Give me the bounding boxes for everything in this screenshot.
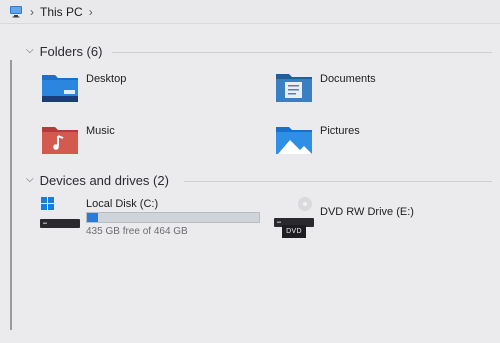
divider (184, 181, 492, 182)
divider (112, 52, 492, 53)
content-pane: ⌵ Folders (6) Desktop Documents Music Pi… (0, 24, 500, 343)
folder-desktop[interactable]: Desktop (40, 71, 126, 109)
folder-label: Documents (320, 73, 376, 85)
drives-group-title: Devices and drives (2) (39, 173, 169, 188)
folders-group-header[interactable]: ⌵ Folders (6) (26, 44, 102, 59)
drive-usage-fill (87, 213, 98, 222)
folder-pictures[interactable]: Pictures (274, 123, 360, 161)
drive-label: DVD RW Drive (E:) (320, 206, 414, 218)
drive-label: Local Disk (C:) (86, 198, 159, 210)
dvd-badge: DVD (282, 225, 306, 238)
drives-group-header[interactable]: ⌵ Devices and drives (2) (26, 173, 169, 188)
music-folder-icon (40, 123, 80, 161)
windows-drive-icon (40, 196, 80, 235)
folder-documents[interactable]: Documents (274, 71, 376, 109)
this-pc-icon (9, 5, 23, 18)
documents-folder-icon (274, 71, 314, 109)
desktop-folder-icon (40, 71, 80, 109)
drive-free-space: 435 GB free of 464 GB (86, 226, 188, 237)
folder-label: Desktop (86, 73, 127, 85)
chevron-down-icon[interactable]: ⌵ (26, 174, 34, 185)
folder-label: Pictures (320, 125, 360, 137)
folder-music[interactable]: Music (40, 123, 115, 161)
chevron-right-icon[interactable]: › (89, 5, 93, 19)
pictures-folder-icon (274, 123, 314, 161)
breadcrumb-this-pc[interactable]: This PC (40, 5, 83, 19)
folders-group-title: Folders (6) (39, 44, 103, 59)
folder-label: Music (86, 125, 115, 137)
chevron-down-icon[interactable]: ⌵ (26, 45, 34, 56)
drive-usage-bar (86, 212, 260, 223)
breadcrumb: › This PC › (0, 0, 500, 24)
divider (10, 60, 12, 330)
chevron-right-icon[interactable]: › (30, 5, 34, 19)
